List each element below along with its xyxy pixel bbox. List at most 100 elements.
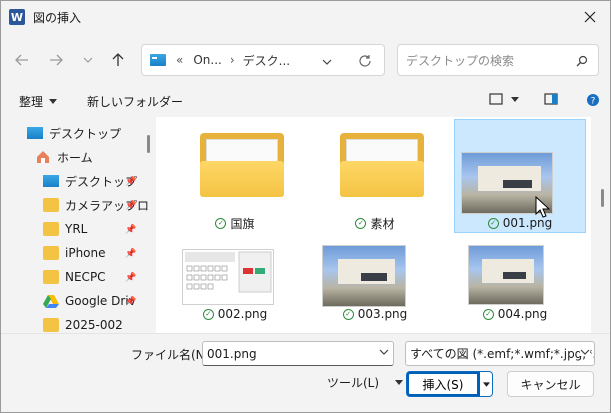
close-icon: [584, 11, 596, 23]
caret-down-icon: [395, 380, 404, 385]
sidebar-scrollbar[interactable]: [147, 135, 150, 153]
search-placeholder: デスクトップの検索: [406, 53, 515, 68]
help-button[interactable]: ?: [586, 93, 600, 107]
desktop-icon: [27, 127, 43, 139]
image-thumbnail: [182, 249, 274, 305]
file-tile-001-png[interactable]: ✓ 001.png: [454, 119, 586, 233]
file-name: ✓ 国旗: [170, 215, 300, 232]
breadcrumb-desktop[interactable]: デスク...: [243, 52, 290, 69]
breadcrumb-overflow[interactable]: «: [176, 53, 183, 67]
address-row: « On... › デスク... デスクトップの検索: [1, 43, 610, 77]
view-options-button[interactable]: [489, 93, 519, 105]
scrollbar-thumb[interactable]: [601, 189, 604, 207]
sync-check-icon: ✓: [355, 218, 367, 229]
sync-check-icon: ✓: [487, 217, 499, 229]
desktop-icon: [150, 54, 166, 66]
organize-label: 整理: [19, 95, 44, 109]
file-tile-003-png[interactable]: ✓ 003.png: [310, 237, 440, 333]
pin-icon: 📌: [125, 201, 137, 211]
folder-front: [200, 161, 284, 197]
refresh-icon[interactable]: [358, 54, 372, 68]
file-name: ✓ 001.png: [455, 216, 585, 230]
window-title: 図の挿入: [33, 10, 82, 25]
sync-check-icon: ✓: [215, 218, 227, 229]
insert-options-button[interactable]: [479, 372, 492, 396]
sidebar-item-label: ホーム: [57, 150, 93, 165]
filetype-select[interactable]: すべての図 (*.emf;*.wmf;*.jpg;*.jp: [405, 341, 595, 366]
sidebar-item-necpc[interactable]: NECPC: [43, 265, 106, 289]
svg-text:?: ?: [591, 97, 596, 107]
recent-locations-button[interactable]: [77, 49, 99, 71]
tools-label: ツール(L): [327, 376, 380, 390]
pin-icon: 📌: [125, 177, 137, 187]
file-name-text: 素材: [370, 217, 395, 231]
sidebar-item-home[interactable]: ホーム: [35, 145, 93, 169]
filetype-value: すべての図 (*.emf;*.wmf;*.jpg;*.jp: [410, 347, 595, 361]
folder-icon: [43, 318, 59, 332]
file-name-text: 国旗: [230, 217, 255, 231]
folder-icon: [43, 222, 59, 236]
folder-thumbnail: [200, 133, 284, 197]
arrow-left-icon: [15, 54, 28, 66]
forward-button[interactable]: [45, 49, 67, 71]
file-tile-kokki[interactable]: ✓ 国旗: [170, 119, 300, 235]
chevron-down-icon[interactable]: [322, 58, 332, 66]
back-button[interactable]: [11, 49, 33, 71]
file-name-text: 004.png: [497, 307, 548, 321]
breadcrumb-onedrive[interactable]: On...: [193, 53, 222, 67]
sync-check-icon: ✓: [342, 308, 354, 320]
address-bar[interactable]: « On... › デスク...: [141, 44, 385, 76]
sidebar-item-iphone[interactable]: iPhone: [43, 241, 106, 265]
word-app-icon: W: [9, 9, 25, 25]
sidebar-item-label: 2025-002: [65, 318, 123, 332]
image-thumbnail: [322, 245, 406, 307]
chevron-down-icon[interactable]: [379, 348, 389, 356]
image-thumbnail: [468, 245, 544, 305]
file-tile-004-png[interactable]: ✓ 004.png: [450, 237, 580, 333]
sidebar-item-google-drive[interactable]: Google Driv: [43, 289, 136, 313]
folder-icon: [43, 246, 59, 260]
pin-icon: 📌: [125, 297, 137, 307]
pin-icon: 📌: [125, 273, 137, 283]
breadcrumb-separator: ›: [229, 53, 235, 67]
caret-down-icon: [482, 381, 490, 387]
sidebar-item-desktop-root[interactable]: デスクトップ: [27, 121, 121, 145]
insert-button[interactable]: 挿入(S): [407, 372, 479, 396]
search-box[interactable]: デスクトップの検索: [397, 44, 599, 76]
insert-picture-dialog: W 図の挿入 « On... › デスク... デスクトップの検索 整理 新しい…: [0, 0, 611, 413]
sidebar-item-label: NECPC: [65, 270, 106, 284]
organize-button[interactable]: 整理: [19, 93, 58, 110]
sidebar-item-desktop[interactable]: デスクトップ: [43, 169, 137, 193]
cancel-button[interactable]: キャンセル: [507, 371, 594, 397]
arrow-up-icon: [112, 53, 124, 66]
chevron-down-icon: [83, 57, 93, 63]
sidebar-item-yrl[interactable]: YRL: [43, 217, 87, 241]
screenshot-preview: [185, 251, 272, 293]
sidebar-item-label: iPhone: [65, 246, 106, 260]
file-name: ✓ 003.png: [310, 307, 440, 321]
sidebar-item-label: カメラアップロ: [65, 198, 150, 213]
file-tile-002-png[interactable]: ✓ 002.png: [170, 237, 300, 333]
filename-field[interactable]: 001.png: [202, 341, 394, 366]
pin-icon: 📌: [125, 225, 137, 235]
insert-split-button: 挿入(S): [406, 371, 493, 397]
sync-check-icon: ✓: [202, 308, 214, 320]
preview-pane-icon: [544, 93, 558, 105]
filename-value: 001.png: [207, 346, 257, 361]
search-icon[interactable]: [576, 55, 588, 67]
file-name-text: 003.png: [357, 307, 408, 321]
view-icon: [489, 93, 503, 105]
up-button[interactable]: [107, 49, 129, 71]
sync-check-icon: ✓: [482, 308, 494, 320]
file-list: ✓ 国旗 ✓ 素材 ✓ 001.png ✓ 002.png ✓ 003.png …: [156, 117, 591, 333]
preview-pane-button[interactable]: [544, 93, 558, 105]
tools-button[interactable]: ツール(L): [327, 374, 404, 391]
file-tile-sozai[interactable]: ✓ 素材: [310, 119, 440, 235]
content-area: デスクトップ ホーム デスクトップ カメラアップロ YRL iPhone NEC…: [1, 117, 610, 333]
close-button[interactable]: [580, 7, 600, 27]
folder-icon: [43, 198, 59, 212]
command-bar: 整理 新しいフォルダー ?: [1, 89, 610, 115]
file-name-text: 002.png: [217, 307, 268, 321]
file-list-scrollbar[interactable]: [597, 117, 610, 333]
new-folder-button[interactable]: 新しいフォルダー: [87, 93, 183, 110]
